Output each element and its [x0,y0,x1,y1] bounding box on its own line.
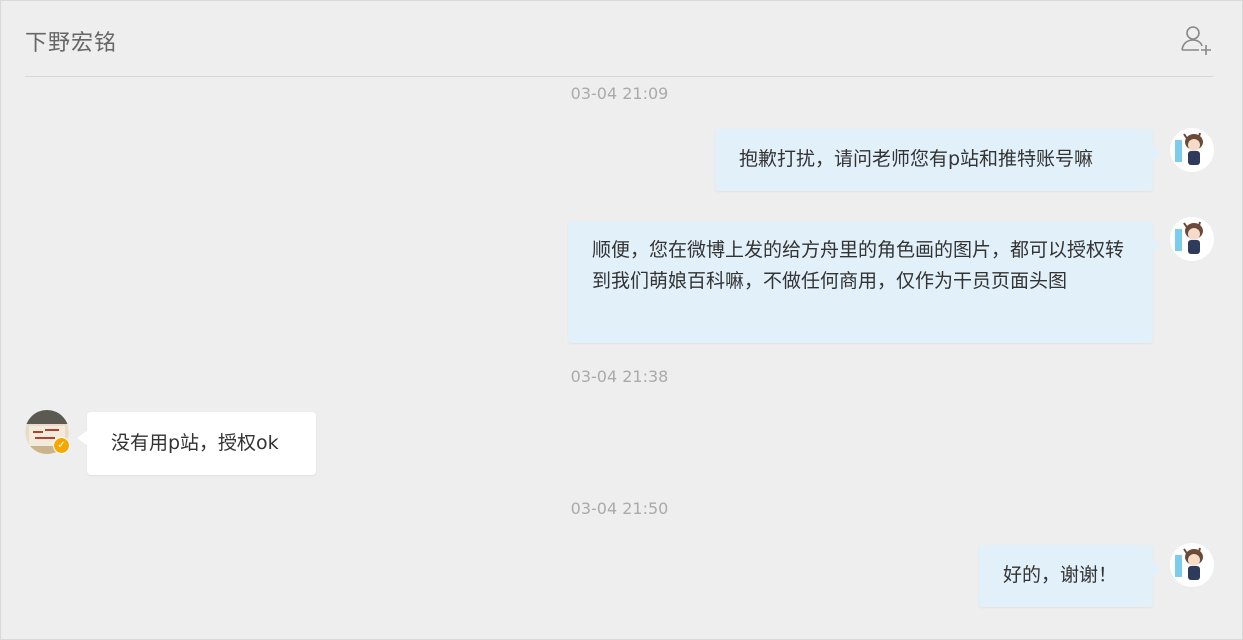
avatar-self[interactable] [1170,217,1214,261]
message-bubble-other: 没有用p站，授权ok [77,412,316,475]
message-text: 抱歉打扰，请问老师您有p站和推特账号嘛 [739,148,1094,170]
message-text: 没有用p站，授权ok [111,432,279,454]
timestamp: 03-04 21:38 [570,367,669,386]
verified-badge-icon: ✓ [53,437,70,454]
avatar-self[interactable] [1170,543,1214,587]
message-bubble-self: 抱歉打扰，请问老师您有p站和推特账号嘛 [715,129,1162,191]
message-text: 顺便，您在微博上发的给方舟里的角色画的图片，都可以授权转到我们萌娘百科嘛，不做任… [592,239,1125,292]
message-bubble-self: 好的，谢谢！ [979,545,1162,607]
timestamp: 03-04 21:50 [570,499,669,518]
message-text: 好的，谢谢！ [1003,564,1118,586]
chat-header: 下野宏铭 [25,1,1213,77]
add-user-icon[interactable] [1179,25,1213,55]
timestamp: 03-04 21:09 [570,84,669,103]
chat-window: 下野宏铭 03-04 21:09 抱歉打扰，请问老师您有p站和推特账号嘛 顺便，… [0,0,1243,640]
message-bubble-self: 顺便，您在微博上发的给方舟里的角色画的图片，都可以授权转到我们萌娘百科嘛，不做任… [568,221,1162,343]
chat-title: 下野宏铭 [25,31,118,56]
avatar-self[interactable] [1170,128,1214,172]
